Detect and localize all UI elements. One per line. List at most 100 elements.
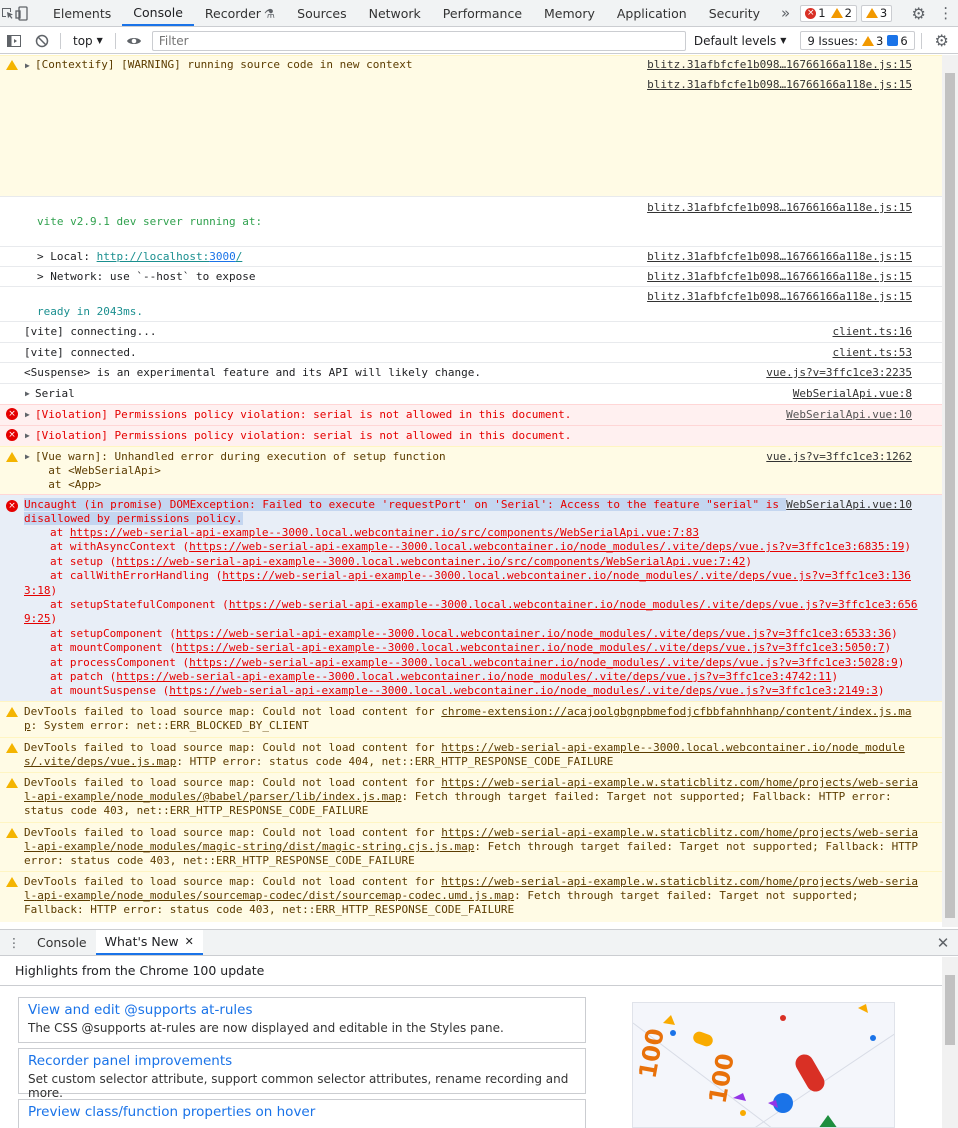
tab-performance[interactable]: Performance [432,0,533,26]
sourcemap-url-link[interactable]: l-api-example/node_modules/@babel/parser… [24,790,402,803]
stack-frame-link[interactable]: https://web-serial-api-example--3000.loc… [116,555,745,568]
console-message-log[interactable]: > Local: http://localhost:3000/ blitz.31… [0,246,942,266]
sourcemap-url-link[interactable]: https://web-serial-api-example.w.staticb… [441,875,918,888]
feature-title-link[interactable]: View and edit @supports at-rules [28,1002,576,1018]
source-link[interactable]: blitz.31afbfcfe1b098…16766166a118e.js:15 [647,250,912,265]
stack-frame-link[interactable]: 3:18 [24,584,51,597]
stack-frame-link[interactable]: https://web-serial-api-example--3000.loc… [169,684,878,697]
sourcemap-url-link[interactable]: s/.vite/deps/vue.js.map [24,755,176,768]
log-levels-dropdown[interactable]: Default levels ▼ [694,34,787,48]
source-link[interactable]: vue.js?v=3ffc1ce3:1262 [766,450,912,465]
local-prefix: > Local: [37,250,97,263]
console-message-warning[interactable]: DevTools failed to load source map: Coul… [0,701,942,737]
inspect-element-icon[interactable] [0,0,15,26]
settings-gear-icon[interactable]: ⚙ [905,4,932,23]
console-message-warning[interactable]: ▶ [Vue warn]: Unhandled error during exe… [0,446,942,494]
expand-triangle-icon[interactable]: ▶ [25,387,30,402]
drawer-tab-whats-new[interactable]: What's New ✕ [95,930,203,955]
live-expression-eye-icon[interactable] [120,35,148,47]
show-sidebar-icon[interactable] [0,34,28,47]
console-message-log[interactable]: > Network: use `--host` to expose blitz.… [0,266,942,286]
more-tabs-chevron-icon[interactable]: » [771,0,800,26]
tab-network[interactable]: Network [358,0,432,26]
console-message-warning[interactable]: DevTools failed to load source map: Coul… [0,822,942,871]
console-message-error[interactable]: × ▶ [Violation] Permissions policy viola… [0,404,942,425]
tab-console[interactable]: Console [122,0,194,26]
expand-triangle-icon[interactable]: ▶ [25,59,30,74]
filter-input[interactable] [151,30,686,51]
feature-card[interactable]: Preview class/function properties on hov… [18,1099,586,1128]
drawer-tab-console[interactable]: Console [28,930,96,955]
stack-frame-link[interactable]: 9:25 [24,612,51,625]
sourcemap-url-link[interactable]: l-api-example/node_modules/magic-string/… [24,840,474,853]
console-message-warning[interactable]: DevTools failed to load source map: Coul… [0,737,942,772]
source-link[interactable]: client.ts:16 [833,325,912,340]
sourcemap-url-link[interactable]: https://web-serial-api-example.w.staticb… [441,776,918,789]
tab-security[interactable]: Security [698,0,771,26]
drawer-scrollbar[interactable] [942,957,958,1128]
source-link[interactable]: blitz.31afbfcfe1b098…16766166a118e.js:15 [647,78,912,93]
source-link[interactable]: blitz.31afbfcfe1b098…16766166a118e.js:15 [647,290,912,305]
stack-frame-link[interactable]: https://web-serial-api-example--3000.loc… [70,526,699,539]
tab-recorder[interactable]: Recorder ⚗ [194,0,286,26]
scrollbar-thumb[interactable] [945,975,955,1045]
source-link[interactable]: vue.js?v=3ffc1ce3:2235 [766,366,912,381]
stack-frame-link[interactable]: https://web-serial-api-example--3000.loc… [176,641,885,654]
source-link[interactable]: WebSerialApi.vue:10 [786,498,912,513]
console-message-log[interactable]: blitz.31afbfcfe1b098…16766166a118e.js:15… [0,286,942,321]
sourcemap-url-link[interactable]: https://web-serial-api-example--3000.loc… [441,741,905,754]
stack-frame-link[interactable]: https://web-serial-api-example--3000.loc… [222,569,911,582]
console-settings-gear-icon[interactable]: ⚙ [928,31,956,50]
stack-frame-link[interactable]: https://web-serial-api-example--3000.loc… [229,598,918,611]
stack-frame-link[interactable]: https://web-serial-api-example--3000.loc… [116,670,831,683]
feature-title-link[interactable]: Recorder panel improvements [28,1053,576,1069]
console-message-log[interactable]: [vite] connected. client.ts:53 [0,342,942,362]
console-scrollbar[interactable] [942,55,958,927]
feature-title-link[interactable]: Preview class/function properties on hov… [28,1104,576,1120]
tab-elements[interactable]: Elements [42,0,122,26]
close-tab-icon[interactable]: ✕ [185,935,194,948]
source-link[interactable]: client.ts:53 [833,346,912,361]
console-message-warning[interactable]: ▶ [Contextify] [WARNING] running source … [0,55,942,196]
console-message-error[interactable]: × ▶ [Violation] Permissions policy viola… [0,425,942,446]
device-toolbar-icon[interactable] [15,0,30,26]
console-message-log[interactable]: ▶ Serial WebSerialApi.vue:8 [0,383,942,404]
tab-application[interactable]: Application [606,0,698,26]
drawer-menu-icon[interactable]: ⋮ [0,930,28,955]
sourcemap-url-link[interactable]: chrome-extension://acajoolgbgnpbmefodjcf… [441,705,911,718]
scrollbar-thumb[interactable] [945,73,955,918]
console-message-log[interactable]: <Suspense> is an experimental feature an… [0,362,942,383]
sourcemap-url-link[interactable]: https://web-serial-api-example.w.staticb… [441,826,918,839]
source-link[interactable]: blitz.31afbfcfe1b098…16766166a118e.js:15 [647,58,912,73]
stack-frame-link[interactable]: https://web-serial-api-example--3000.loc… [189,540,904,553]
sourcemap-url-link[interactable]: l-api-example/node_modules/sourcemap-cod… [24,889,514,902]
console-message-log[interactable]: [vite] connecting... client.ts:16 [0,321,942,342]
console-message-uncaught-error[interactable]: × Uncaught (in promise) DOMException: Fa… [0,494,942,701]
context-selector[interactable]: top ▼ [65,34,111,48]
console-message-warning[interactable]: DevTools failed to load source map: Coul… [0,871,942,922]
feature-card[interactable]: Recorder panel improvements Set custom s… [18,1048,586,1100]
tab-sources[interactable]: Sources [286,0,357,26]
customize-menu-icon[interactable]: ⋮ [932,4,958,22]
tab-memory[interactable]: Memory [533,0,606,26]
stack-frame-link[interactable]: https://web-serial-api-example--3000.loc… [176,627,891,640]
expand-triangle-icon[interactable]: ▶ [25,450,30,465]
console-message-warning[interactable]: DevTools failed to load source map: Coul… [0,772,942,822]
issues-button[interactable]: 9 Issues: 3 6 [800,31,915,50]
console-message-log[interactable]: blitz.31afbfcfe1b098…16766166a118e.js:15… [0,196,942,246]
expand-triangle-icon[interactable]: ▶ [25,429,30,444]
clear-console-icon[interactable] [28,34,56,48]
expand-triangle-icon[interactable]: ▶ [25,408,30,423]
sourcemap-url-link[interactable]: p [24,719,31,732]
source-link[interactable]: blitz.31afbfcfe1b098…16766166a118e.js:15 [647,201,912,216]
issues-counter[interactable]: 3 [860,4,893,22]
warning-icon [6,743,18,753]
local-url[interactable]: http://localhost:3000/ [97,250,243,263]
source-link[interactable]: WebSerialApi.vue:8 [793,387,912,402]
close-drawer-icon[interactable]: ✕ [928,930,958,955]
source-link[interactable]: blitz.31afbfcfe1b098…16766166a118e.js:15 [647,270,912,285]
stack-frame-link[interactable]: https://web-serial-api-example--3000.loc… [189,656,898,669]
source-link[interactable]: WebSerialApi.vue:10 [786,408,912,423]
error-warning-counter[interactable]: × 1 2 [800,4,857,22]
feature-card[interactable]: View and edit @supports at-rules The CSS… [18,997,586,1043]
